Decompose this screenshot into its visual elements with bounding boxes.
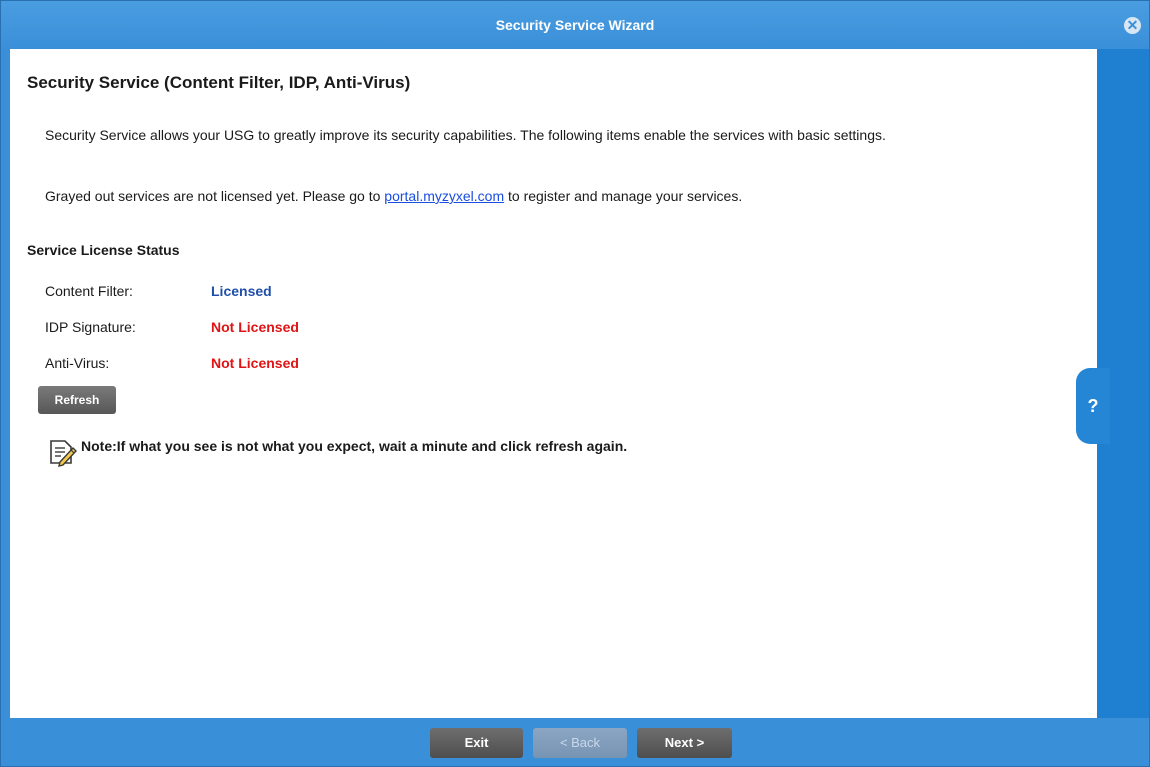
wizard-title: Security Service Wizard [495,17,655,33]
idp-signature-row: IDP Signature: Not Licensed [45,319,299,339]
service-license-status-heading: Service License Status [27,242,180,258]
note-pencil-icon [50,440,77,467]
wizard-window: Security Service Wizard ✕ Security Servi… [0,0,1150,767]
license-info-suffix: to register and manage your services. [504,188,743,204]
content-filter-label: Content Filter: [45,283,133,299]
idp-signature-status: Not Licensed [211,319,299,335]
next-button[interactable]: Next > [637,728,732,758]
help-tab[interactable]: ? [1076,368,1110,444]
license-info-text: Grayed out services are not licensed yet… [45,187,1035,205]
note-text: Note:If what you see is not what you exp… [81,438,628,454]
wizard-footer: Exit < Back Next > [1,718,1149,766]
page-title: Security Service (Content Filter, IDP, A… [27,73,411,92]
wizard-content: Security Service (Content Filter, IDP, A… [10,49,1097,718]
refresh-button[interactable]: Refresh [38,386,116,414]
content-filter-row: Content Filter: Licensed [45,283,272,303]
wizard-title-bar: Security Service Wizard ✕ [1,1,1149,49]
back-button[interactable]: < Back [533,728,627,758]
anti-virus-status: Not Licensed [211,355,299,371]
anti-virus-row: Anti-Virus: Not Licensed [45,355,299,375]
anti-virus-label: Anti-Virus: [45,355,110,371]
content-filter-status: Licensed [211,283,272,299]
exit-button[interactable]: Exit [430,728,523,758]
intro-text: Security Service allows your USG to grea… [45,127,886,143]
close-icon[interactable]: ✕ [1124,17,1141,34]
portal-link[interactable]: portal.myzyxel.com [384,188,504,204]
idp-signature-label: IDP Signature: [45,319,136,335]
license-info-prefix: Grayed out services are not licensed yet… [45,188,385,204]
